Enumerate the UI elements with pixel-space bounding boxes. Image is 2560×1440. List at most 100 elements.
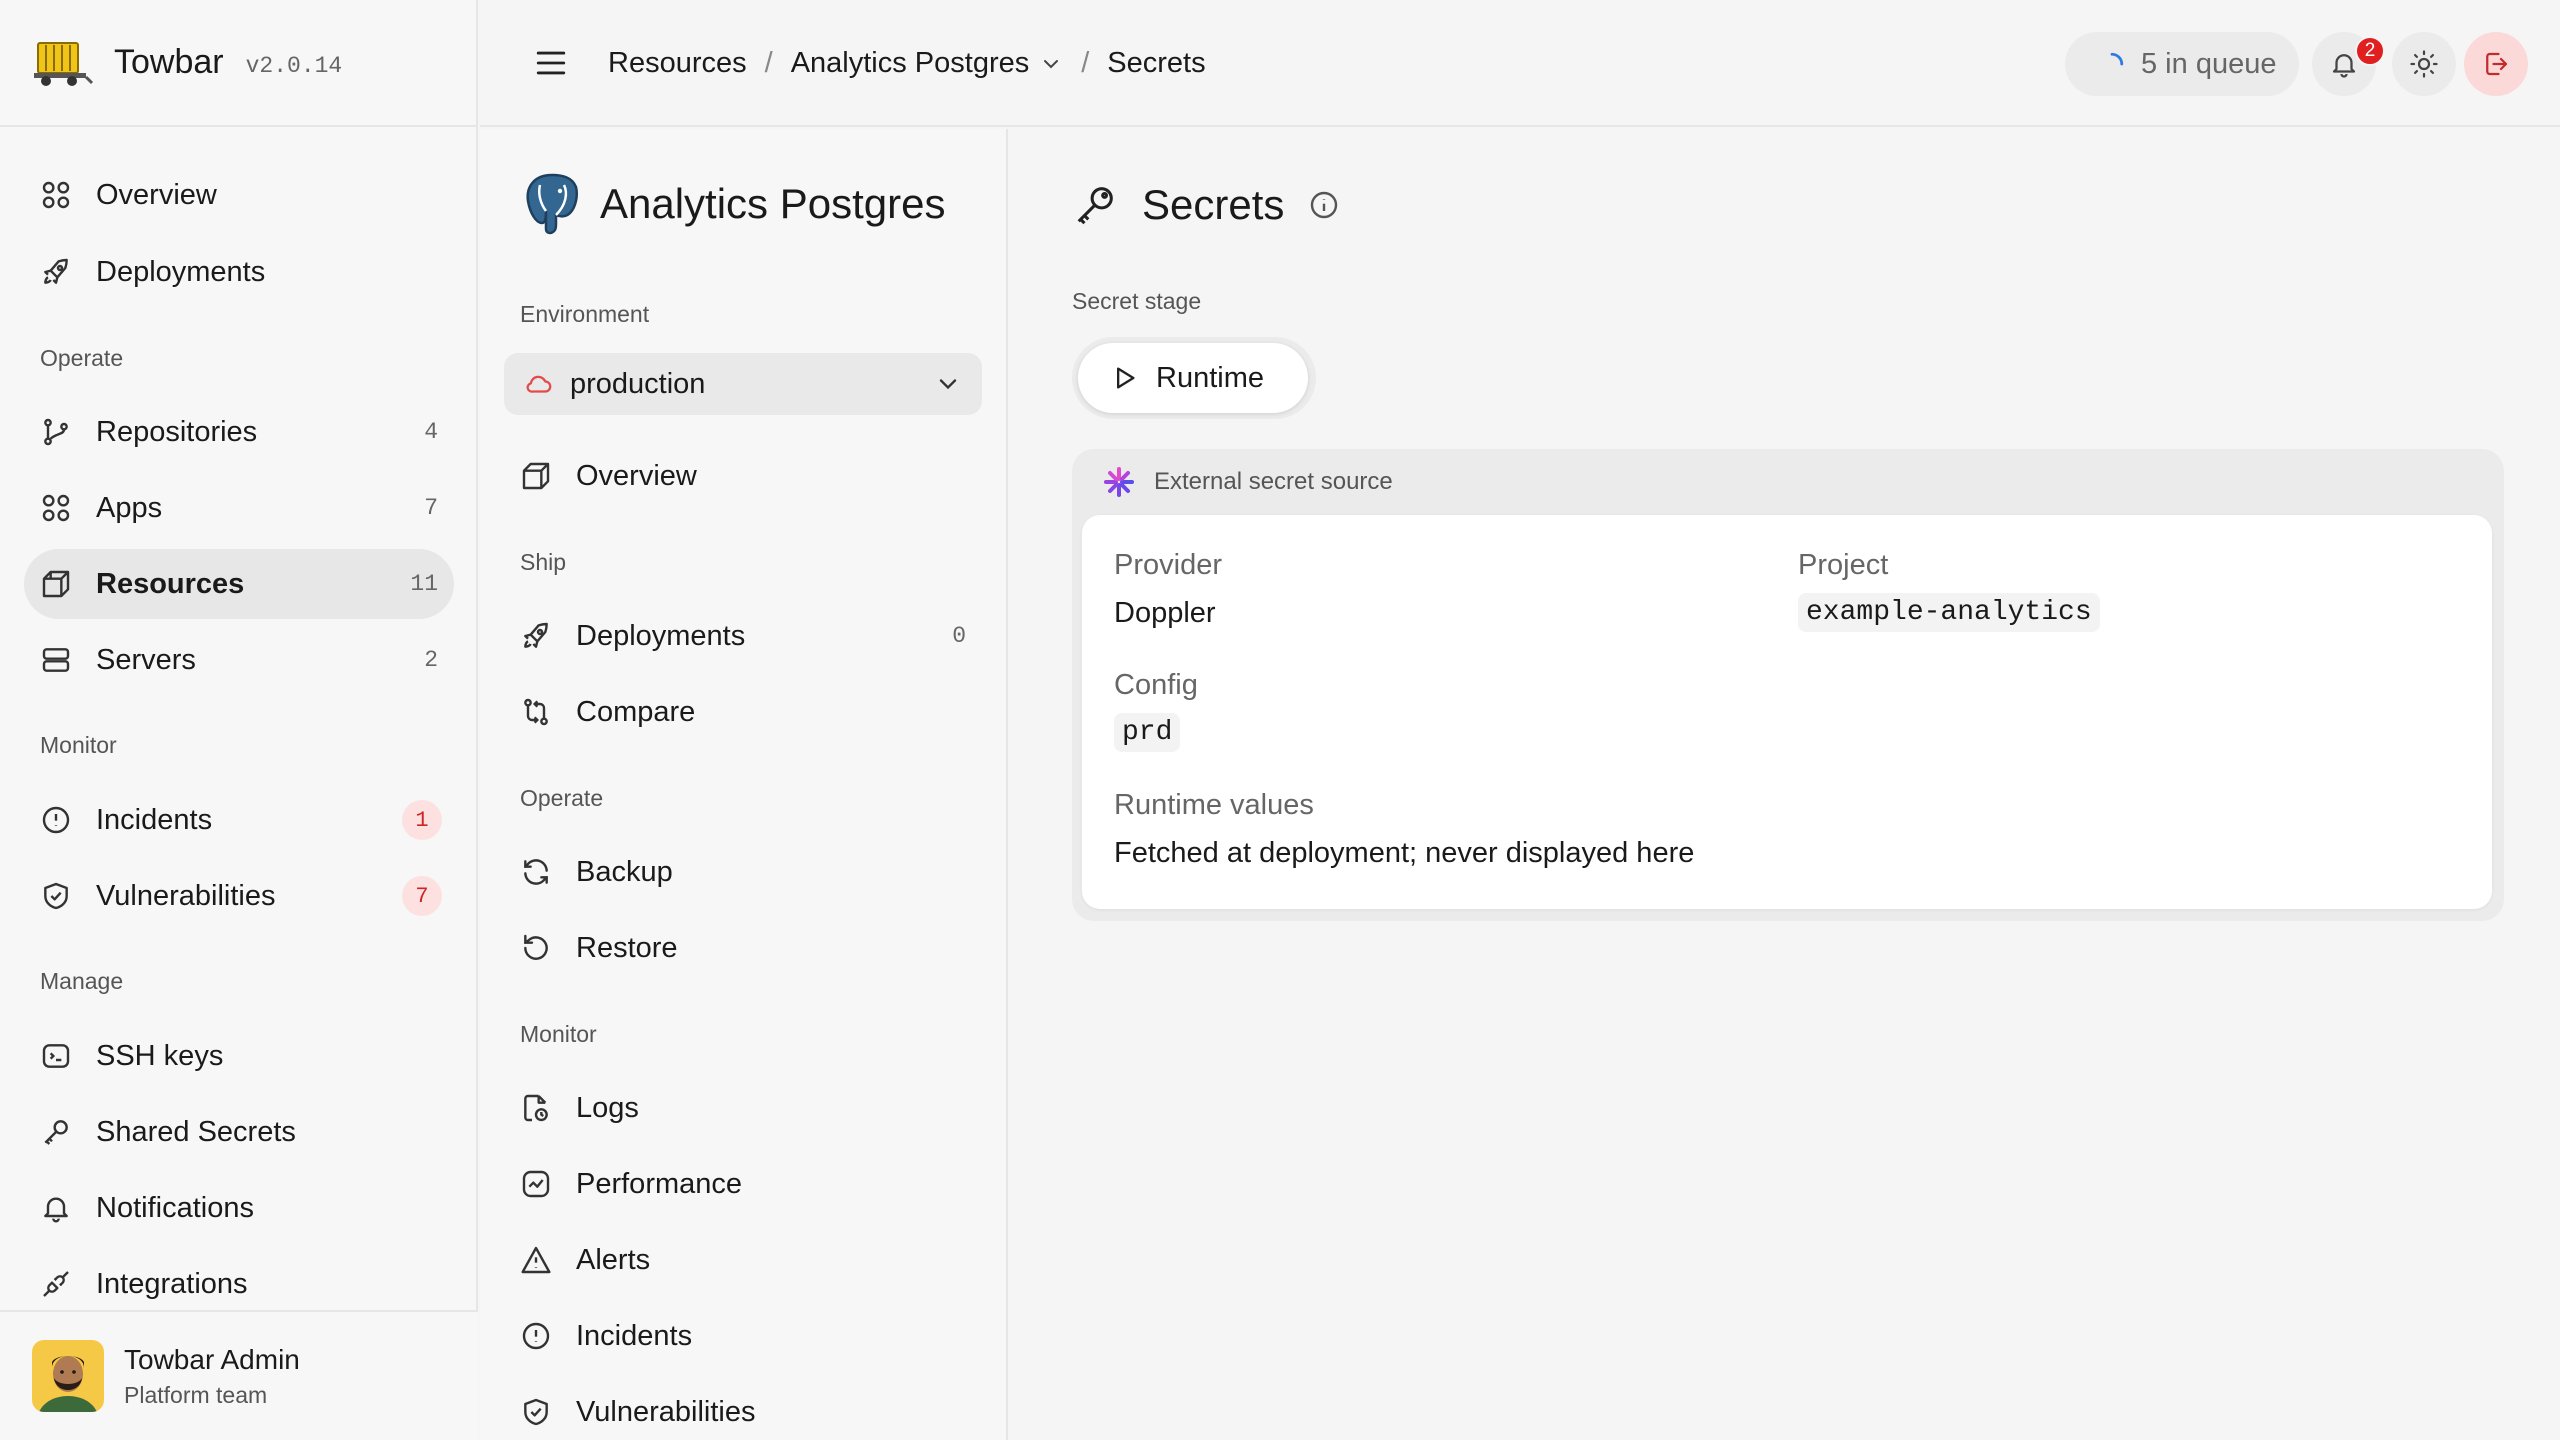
project-value: example-analytics	[1798, 593, 2100, 632]
resource-nav-backup[interactable]: Backup	[504, 839, 982, 905]
sidebar-item-label: Resources	[96, 567, 245, 600]
sidebar-item-ssh-keys[interactable]: SSH keys	[24, 1021, 454, 1091]
chevron-down-icon[interactable]	[1039, 52, 1063, 76]
resource-nav-logs[interactable]: Logs	[504, 1075, 982, 1141]
sidebar-item-label: Deployments	[96, 255, 266, 288]
resource-section-monitor: Monitor	[520, 1021, 597, 1047]
sidebar-item-integrations[interactable]: Integrations	[24, 1249, 454, 1319]
breadcrumb: Resources / Analytics Postgres / Secrets	[608, 0, 1206, 127]
resource-nav-restore[interactable]: Restore	[504, 915, 982, 981]
sidebar-item-overview[interactable]: Overview	[24, 160, 454, 230]
card-title: External secret source	[1154, 468, 1393, 495]
sidebar-item-resources[interactable]: Resources 11	[24, 549, 454, 619]
resource-nav-label: Vulnerabilities	[576, 1395, 756, 1428]
sidebar-item-label: Apps	[96, 491, 163, 524]
grid-icon	[40, 179, 72, 211]
sidebar-item-shared-secrets[interactable]: Shared Secrets	[24, 1097, 454, 1167]
resource-nav-label: Overview	[576, 459, 697, 492]
resource-nav-label: Compare	[576, 695, 696, 728]
resource-nav-vulnerabilities[interactable]: Vulnerabilities	[504, 1379, 982, 1440]
resource-nav-compare[interactable]: Compare	[504, 679, 982, 745]
file-clock-icon	[520, 1092, 552, 1124]
external-secret-source-card: External secret source Provider Doppler …	[1072, 449, 2504, 921]
resource-header: Analytics Postgres	[520, 171, 945, 237]
sidebar-item-incidents[interactable]: Incidents 1	[24, 785, 454, 855]
play-icon	[1110, 364, 1138, 392]
logout-icon	[2481, 49, 2511, 79]
sidebar-item-label: Repositories	[96, 415, 258, 448]
breadcrumb-resources[interactable]: Resources	[608, 47, 747, 80]
cube-icon	[520, 460, 552, 492]
resource-title: Analytics Postgres	[600, 180, 946, 227]
sidebar-item-notifications[interactable]: Notifications	[24, 1173, 454, 1243]
rocket-icon	[520, 620, 552, 652]
spinner-icon	[2099, 51, 2125, 77]
page-header: Secrets	[1072, 181, 1340, 229]
environment-select[interactable]: production	[504, 353, 982, 415]
plug-icon	[40, 1268, 72, 1300]
user-team: Platform team	[124, 1381, 268, 1408]
resource-nav-label: Backup	[576, 855, 673, 888]
sidebar-item-label: Overview	[96, 178, 217, 211]
sidebar-item-repositories[interactable]: Repositories 4	[24, 397, 454, 467]
user-menu[interactable]: Towbar Admin Platform team	[0, 1310, 478, 1440]
resource-nav-label: Deployments	[576, 619, 746, 652]
logout-button[interactable]	[2464, 32, 2528, 96]
breadcrumb-current: Secrets	[1107, 47, 1206, 79]
grid-icon	[40, 492, 72, 524]
cloud-icon	[524, 369, 554, 399]
sidebar-item-deployments[interactable]: Deployments	[24, 237, 454, 307]
sidebar-item-label: Notifications	[96, 1191, 254, 1224]
app-version: v2.0.14	[245, 52, 343, 79]
theme-toggle-button[interactable]	[2392, 32, 2456, 96]
resource-nav-performance[interactable]: Performance	[504, 1151, 982, 1217]
resource-nav-label: Incidents	[576, 1319, 693, 1352]
provider-label: Provider	[1114, 549, 1222, 581]
item-count: 0	[952, 623, 966, 649]
resource-nav-label: Restore	[576, 931, 678, 964]
tab-runtime[interactable]: Runtime	[1078, 343, 1308, 413]
sidebar: Towbar v2.0.14 Overview Deployments Oper…	[0, 0, 478, 1440]
resource-nav-alerts[interactable]: Alerts	[504, 1227, 982, 1293]
doppler-logo-icon	[1102, 465, 1136, 499]
sidebar-item-vulnerabilities[interactable]: Vulnerabilities 7	[24, 861, 454, 931]
notification-count-badge: 2	[2355, 36, 2385, 66]
sidebar-item-apps[interactable]: Apps 7	[24, 473, 454, 543]
sidebar-section-manage: Manage	[40, 968, 124, 994]
bell-icon	[40, 1192, 72, 1224]
page-title: Secrets	[1142, 181, 1285, 228]
server-icon	[40, 644, 72, 676]
towbar-logo-icon	[32, 37, 94, 89]
card-body: Provider Doppler Project example-analyti…	[1082, 515, 2492, 909]
alert-circle-icon	[40, 804, 72, 836]
shield-check-icon	[40, 880, 72, 912]
postgres-elephant-icon	[520, 171, 584, 237]
queue-status-button[interactable]: 5 in queue	[2065, 32, 2299, 96]
incident-count-badge: 1	[402, 800, 442, 840]
resource-nav-label: Logs	[576, 1091, 639, 1124]
item-count: 11	[410, 571, 438, 597]
breadcrumb-separator: /	[764, 47, 773, 79]
card-header: External secret source	[1082, 449, 2494, 515]
sidebar-item-label: Incidents	[96, 803, 213, 836]
resource-section-ship: Ship	[520, 549, 567, 575]
user-name: Towbar Admin	[124, 1343, 300, 1375]
queue-count: 5 in queue	[2141, 47, 2277, 80]
resource-nav-incidents[interactable]: Incidents	[504, 1303, 982, 1369]
sun-icon	[2409, 49, 2439, 79]
secret-stage-tabs: Runtime	[1072, 337, 1316, 419]
sidebar-item-servers[interactable]: Servers 2	[24, 625, 454, 695]
sidebar-section-operate: Operate	[40, 345, 124, 371]
resource-nav-overview[interactable]: Overview	[504, 443, 982, 509]
breadcrumb-separator: /	[1081, 47, 1090, 79]
menu-icon[interactable]	[534, 46, 568, 80]
breadcrumb-resource[interactable]: Analytics Postgres	[791, 47, 1030, 80]
info-icon[interactable]	[1308, 189, 1340, 221]
undo-icon	[520, 932, 552, 964]
rocket-icon	[40, 256, 72, 288]
refresh-icon	[520, 856, 552, 888]
environment-label: Environment	[520, 301, 650, 327]
resource-nav-deployments[interactable]: Deployments 0	[504, 603, 982, 669]
tab-label: Runtime	[1156, 361, 1264, 394]
brand[interactable]: Towbar v2.0.14	[0, 0, 478, 127]
